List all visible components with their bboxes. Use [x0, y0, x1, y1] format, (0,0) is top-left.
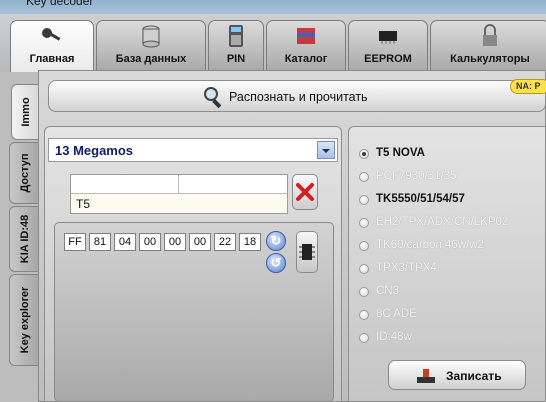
radio-button[interactable] — [359, 333, 369, 343]
tab-calculators[interactable]: Калькуляторы — [430, 20, 546, 70]
radio-label: CN3 — [376, 285, 400, 297]
radio-label: EH2/TPX/ADX/CN/LKP02 — [376, 216, 509, 228]
data-byte-3[interactable]: 00 — [139, 233, 161, 251]
radio-button[interactable] — [359, 287, 369, 297]
chip-icon — [299, 244, 315, 260]
radio-button[interactable] — [359, 310, 369, 320]
radio-label: ID:48w — [376, 331, 412, 343]
side-tab-bar: Immo Доступ KIA ID:48 Key explorer — [0, 72, 39, 402]
data-byte-2[interactable]: 04 — [114, 233, 136, 251]
data-byte-0[interactable]: FF — [64, 233, 86, 251]
refresh-icon: ↻ — [270, 233, 282, 248]
chevron-down-icon[interactable] — [317, 141, 335, 159]
chip-icon — [379, 31, 397, 44]
window-title: Key decoder — [26, 0, 94, 8]
radio-button[interactable] — [359, 264, 369, 274]
write-icon — [417, 369, 435, 383]
close-icon — [296, 183, 314, 201]
lock-icon — [483, 24, 497, 46]
radio-button[interactable] — [359, 172, 369, 182]
read-button[interactable]: Распознать и прочитать — [48, 80, 546, 112]
tab-pin[interactable]: PIN — [208, 20, 264, 70]
key-field-1[interactable] — [71, 175, 179, 194]
write-button[interactable]: Записать — [388, 360, 526, 390]
tab-main[interactable]: Главная — [10, 20, 94, 74]
restore-button[interactable]: ↺ — [266, 253, 286, 273]
key-info-box: T5 — [70, 174, 288, 214]
side-tab-access-label: Доступ — [18, 153, 31, 193]
tab-eeprom[interactable]: EEPROM — [348, 20, 428, 70]
tab-eeprom-label: EEPROM — [364, 53, 412, 65]
tab-database-label: База данных — [115, 53, 187, 65]
radio-label: TPX3/TPX4 — [376, 262, 437, 274]
database-icon — [142, 25, 160, 48]
radio-button[interactable] — [359, 149, 369, 159]
transponder-select-value: 13 Megamos — [55, 143, 134, 158]
refresh-button[interactable]: ↻ — [266, 231, 286, 251]
title-bar: Key decoder — [0, 0, 546, 14]
side-tab-immo-label: Immo — [19, 97, 32, 127]
data-byte-6[interactable]: 22 — [214, 233, 236, 251]
side-tab-access[interactable]: Доступ — [9, 142, 39, 204]
transponder-select[interactable]: 13 Megamos — [48, 138, 338, 162]
tab-catalog[interactable]: Каталог — [266, 20, 346, 70]
radio-label: TK60/carbon 46w/w2 — [376, 239, 485, 251]
key-icon — [42, 28, 61, 41]
key-type-field[interactable]: T5 — [71, 194, 287, 213]
tab-database[interactable]: База данных — [96, 20, 206, 70]
radio-label: TK5550/51/54/57 — [376, 193, 465, 205]
side-tab-kia-label: KIA ID:48 — [18, 214, 31, 264]
side-tab-kia[interactable]: KIA ID:48 — [9, 206, 39, 272]
radio-label: 8C ADE — [376, 308, 417, 320]
radio-label: T5 NOVA — [376, 147, 425, 159]
data-byte-7[interactable]: 18 — [239, 233, 261, 251]
radio-button[interactable] — [359, 218, 369, 228]
radio-label: PCF7930/31/35 — [376, 170, 457, 182]
book-icon — [297, 28, 315, 44]
key-field-2[interactable] — [179, 175, 287, 194]
data-byte-1[interactable]: 81 — [89, 233, 111, 251]
delete-button[interactable] — [292, 174, 318, 210]
main-tab-bar: Главная База данных PIN Каталог EEPROM К… — [0, 14, 546, 74]
status-badge: NA: P — [510, 79, 546, 94]
rotate-icon: ↺ — [270, 255, 282, 270]
tab-pin-label: PIN — [226, 53, 246, 65]
side-tab-key-explorer[interactable]: Key explorer — [9, 274, 39, 366]
tab-catalog-label: Каталог — [284, 53, 328, 65]
data-byte-4[interactable]: 00 — [164, 233, 186, 251]
tab-calculators-label: Калькуляторы — [450, 53, 530, 65]
side-tab-key-explorer-label: Key explorer — [18, 286, 31, 354]
data-byte-5[interactable]: 00 — [189, 233, 211, 251]
magnifier-icon — [204, 87, 222, 109]
write-button-label: Записать — [446, 369, 502, 383]
radio-button[interactable] — [359, 241, 369, 251]
side-tab-immo[interactable]: Immo — [11, 84, 39, 140]
tab-main-label: Главная — [29, 53, 75, 65]
radio-button[interactable] — [359, 195, 369, 205]
calculator-icon — [229, 25, 243, 47]
chip-button[interactable] — [296, 231, 318, 273]
read-button-label: Распознать и прочитать — [229, 90, 368, 104]
